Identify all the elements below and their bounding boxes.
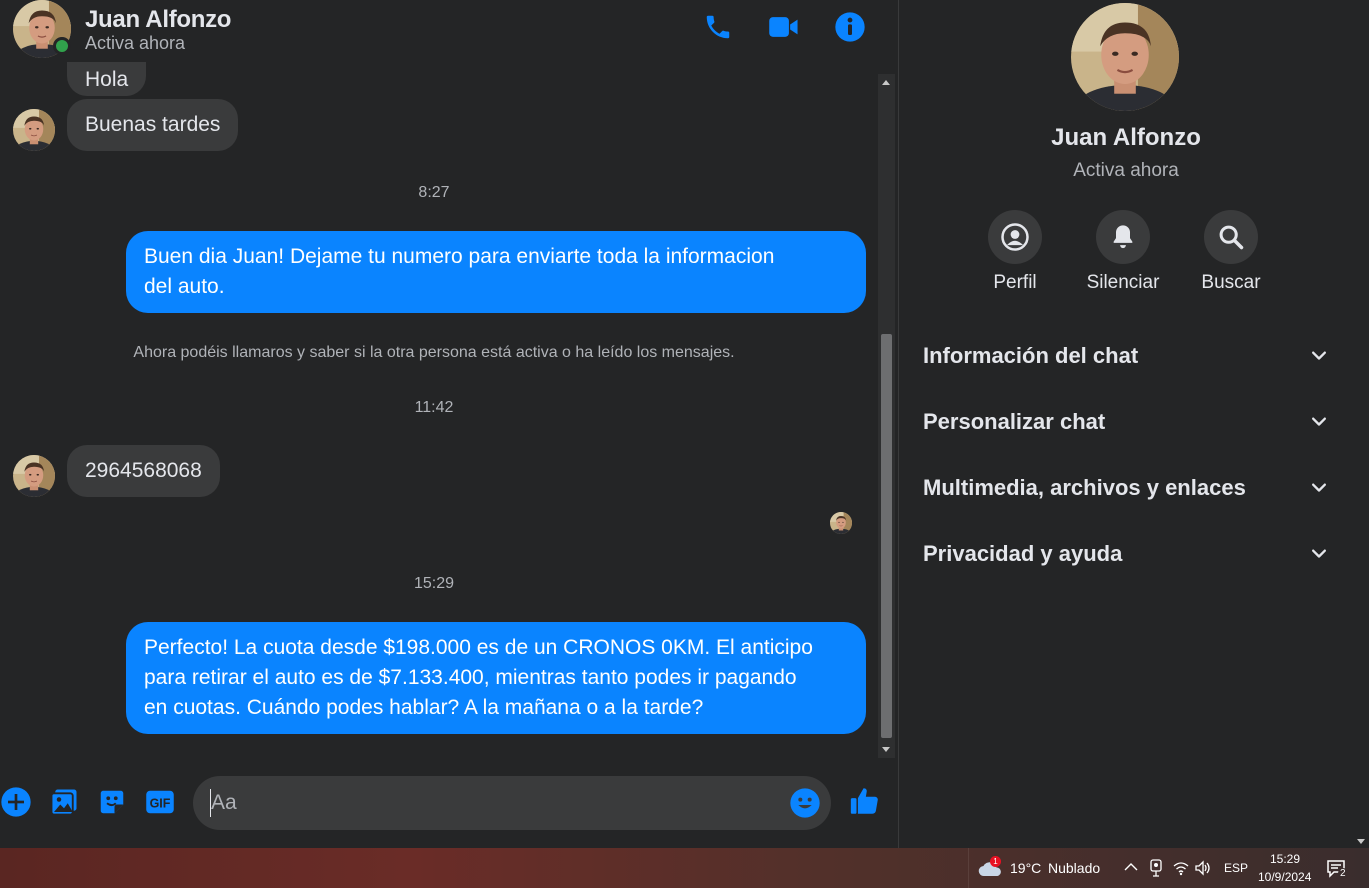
seen-receipt-avatar [830,512,852,534]
profile-avatar-large[interactable] [1071,3,1179,111]
message-bubble-outgoing[interactable]: Buen dia Juan! Dejame tu numero para env… [126,231,866,313]
timestamp-divider: 11:42 [414,399,454,416]
scroll-down-arrow[interactable] [1357,839,1365,844]
message-bubble-incoming[interactable]: 2964568068 [67,445,220,497]
online-indicator [53,37,71,55]
message-text: Buenas tardes [85,113,221,136]
weather-alert-badge: 1 [990,856,1001,867]
scroll-up-arrow[interactable] [882,80,890,85]
action-label: Perfil [993,272,1037,293]
contact-status: Activa ahora [85,33,186,53]
gif-button[interactable]: GIF [144,786,176,818]
volume-icon[interactable] [1194,860,1212,876]
message-bubble-incoming[interactable]: Hola [67,62,147,96]
panel-scrollbar[interactable] [1352,0,1369,848]
section-title: Multimedia, archivos y enlaces [923,475,1246,500]
clock-time[interactable]: 15:29 [1270,852,1300,866]
search-icon [1219,225,1244,250]
sender-avatar[interactable] [13,109,55,151]
weather-description[interactable]: Nublado [1048,860,1100,876]
section-title: Privacidad y ayuda [923,541,1123,566]
message-composer: GIF [0,770,898,840]
phone-icon [706,15,730,39]
taskbar-divider [968,848,969,888]
chevron-down-icon [1312,549,1326,558]
messenger-app: Juan Alfonzo Activa ahora Hola Buenas ta… [0,0,1369,848]
timestamp-divider: 8:27 [418,184,450,201]
more-actions-button[interactable] [0,786,32,818]
profile-action-button[interactable]: Perfil [965,210,1065,294]
system-notice: Ahora podéis llamaros y saber si la otra… [133,344,735,361]
emoji-icon [790,788,820,818]
input-language[interactable]: ESP [1224,861,1248,875]
plus-icon [1,787,31,817]
section-privacy-help[interactable]: Privacidad y ayuda [923,529,1329,579]
profile-name[interactable]: Juan Alfonzo [899,124,1353,152]
bell-icon [1113,225,1133,249]
chevron-down-icon [1312,417,1326,426]
action-label: Buscar [1201,272,1261,293]
message-input-container[interactable] [193,776,831,830]
conversation-details-panel: Juan Alfonzo Activa ahora Perfil Silenci… [898,0,1352,848]
image-icon [50,789,77,816]
clock-date[interactable]: 10/9/2024 [1258,870,1311,884]
emoji-button[interactable] [789,787,821,819]
section-title: Información del chat [923,343,1139,368]
contact-name[interactable]: Juan Alfonzo [85,6,231,34]
message-line: Perfecto! La cuota desde $198.000 es de … [144,636,813,659]
weather-temperature[interactable]: 19°C [1010,860,1041,876]
message-bubble-incoming[interactable]: Buenas tardes [67,99,239,151]
chevron-down-icon [1312,483,1326,492]
profile-status: Activa ahora [1073,160,1179,181]
scroll-thumb[interactable] [881,334,892,738]
chat-info-button[interactable] [833,10,867,44]
section-media-files-links[interactable]: Multimedia, archivos y enlaces [923,463,1329,513]
search-action-button[interactable]: Buscar [1181,210,1281,294]
message-line: en cuotas. Cuándo podes hablar? A la mañ… [144,696,704,719]
video-icon [769,17,798,37]
notification-count: 2 [1338,868,1348,879]
windows-taskbar: 1 19°C Nublado ESP 15:29 10/9/2024 2 [0,848,1369,888]
message-line: para retirar el auto es de $7.133.400, m… [144,666,797,689]
action-label: Silenciar [1086,272,1160,293]
like-button[interactable] [848,784,882,818]
message-input[interactable] [211,776,781,830]
scroll-down-arrow[interactable] [882,747,890,752]
profile-icon [1001,223,1029,251]
sticker-button[interactable] [96,786,128,818]
gif-icon: GIF [146,790,174,814]
sender-avatar[interactable] [13,455,55,497]
call-button[interactable] [701,10,735,44]
chevron-down-icon [1312,351,1326,360]
message-list[interactable]: Hola Buenas tardes 8:27 Buen dia Juan! D… [0,62,878,762]
timestamp-divider: 15:29 [413,575,455,592]
message-text: 2964568068 [85,459,202,482]
message-line: del auto. [144,275,225,298]
like-icon [850,788,878,814]
chevron-up-icon[interactable] [1124,862,1138,872]
info-icon [835,12,865,42]
attach-image-button[interactable] [48,786,80,818]
section-chat-info[interactable]: Información del chat [923,331,1329,381]
message-line: Buen dia Juan! Dejame tu numero para env… [144,245,775,268]
meet-icon[interactable] [1149,859,1163,877]
text-caret [210,789,211,817]
mute-action-button[interactable]: Silenciar [1073,210,1173,294]
video-call-button[interactable] [767,10,801,44]
chat-header: Juan Alfonzo Activa ahora [0,0,898,62]
section-title: Personalizar chat [923,409,1106,434]
message-bubble-outgoing[interactable]: Perfecto! La cuota desde $198.000 es de … [126,622,866,734]
wifi-icon[interactable] [1172,860,1190,876]
message-scrollbar[interactable] [878,74,895,758]
message-text: Hola [85,68,129,91]
gif-label: GIF [150,797,171,811]
sticker-icon [100,790,124,814]
section-customize-chat[interactable]: Personalizar chat [923,397,1329,447]
